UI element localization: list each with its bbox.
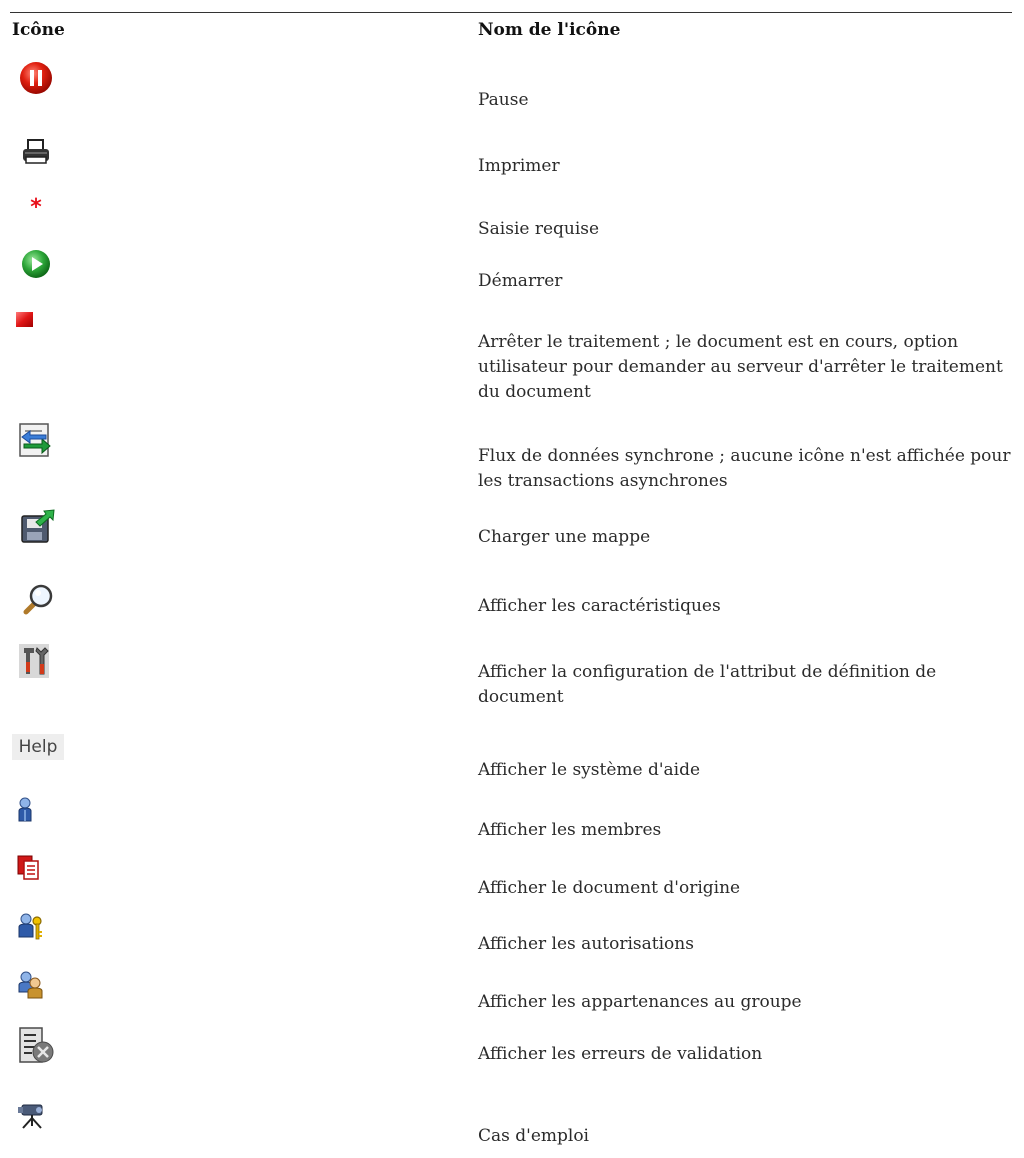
magnifier-icon	[16, 582, 56, 622]
icon-name: Afficher les membres	[478, 820, 662, 840]
where-used-icon	[16, 1104, 56, 1144]
pause-icon	[16, 58, 56, 98]
help-button-icon: Help	[12, 734, 64, 760]
source-document-icon	[16, 852, 56, 892]
icon-name: Afficher les erreurs de validation	[478, 1044, 763, 1064]
icon-name: Pause	[478, 90, 529, 110]
icon-name: Afficher le document d'origine	[478, 878, 741, 898]
icon-name: Afficher la configuration de l'attribut …	[478, 662, 937, 707]
icon-name: Afficher les appartenances au groupe	[478, 992, 802, 1012]
permissions-icon	[16, 912, 56, 952]
column-header-icon: Icône	[12, 20, 65, 40]
icon-name: Démarrer	[478, 271, 563, 291]
column-header-name: Nom de l'icône	[478, 20, 621, 40]
icon-name: Imprimer	[478, 156, 560, 176]
icon-name: Afficher les autorisations	[478, 934, 694, 954]
validation-errors-icon	[16, 1026, 56, 1066]
required-asterisk-icon: *	[16, 190, 56, 230]
top-rule	[10, 12, 1012, 13]
icon-name: Charger une mappe	[478, 527, 651, 547]
load-map-icon	[16, 506, 56, 546]
stop-icon	[16, 306, 56, 346]
start-icon	[16, 246, 56, 286]
member-icon	[16, 796, 56, 836]
icon-name: Afficher les caractéristiques	[478, 596, 721, 616]
synchronous-flow-icon	[16, 420, 56, 460]
icon-name: Saisie requise	[478, 219, 600, 239]
icon-name: Afficher le système d'aide	[478, 760, 701, 780]
icon-name: Flux de données synchrone ; aucune icône…	[478, 446, 1011, 491]
printer-icon	[16, 134, 56, 174]
icon-name: Cas d'emploi	[478, 1126, 589, 1146]
tools-icon	[16, 640, 56, 680]
icon-name: Arrêter le traitement ; le document est …	[478, 332, 1003, 402]
svg-text:*: *	[30, 195, 42, 220]
group-membership-icon	[16, 970, 56, 1010]
